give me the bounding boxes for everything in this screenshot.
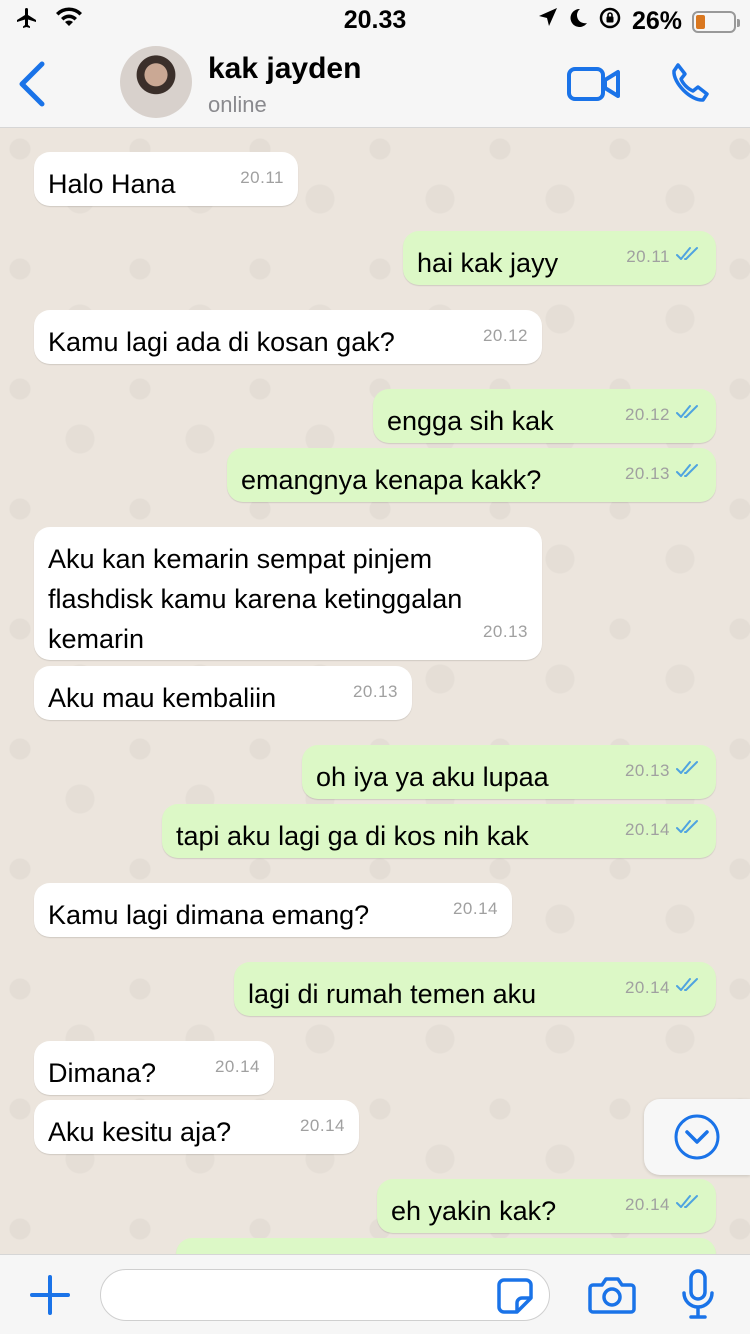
message-meta: 20.11 bbox=[240, 158, 284, 198]
outgoing-message[interactable]: oh iya ya aku lupaa 20.13 bbox=[302, 745, 716, 799]
message-meta: 20.12 bbox=[625, 395, 702, 435]
message-time: 20.12 bbox=[482, 326, 528, 345]
message-meta: 20.14 bbox=[625, 810, 702, 850]
video-icon bbox=[567, 67, 620, 101]
message-time: 20.14 bbox=[624, 1195, 670, 1214]
read-receipt-icon bbox=[676, 751, 702, 791]
sticker-icon bbox=[497, 1278, 533, 1314]
incoming-message[interactable]: Halo Hana 20.11 bbox=[34, 152, 298, 206]
message-meta: 20.13 bbox=[625, 751, 702, 791]
message-time: 20.14 bbox=[452, 899, 498, 918]
message-text: Dimana? bbox=[48, 1058, 157, 1088]
message-text: Kamu lagi ada di kosan gak? bbox=[48, 327, 395, 357]
message-time: 20.12 bbox=[624, 405, 670, 424]
message-time: 20.14 bbox=[624, 978, 670, 997]
composer-bar bbox=[0, 1254, 750, 1334]
read-receipt-icon bbox=[676, 454, 702, 494]
message-meta: 20.13 bbox=[353, 672, 398, 712]
outgoing-message[interactable]: hai kak jayy 20.11 bbox=[403, 231, 716, 285]
message-meta: 20.14 bbox=[625, 968, 702, 1008]
message-text: Aku kan kemarin sempat pinjem flashdisk … bbox=[48, 544, 463, 654]
message-time: 20.13 bbox=[352, 682, 398, 701]
read-receipt-icon bbox=[676, 395, 702, 435]
location-icon bbox=[538, 7, 558, 36]
message-time: 20.14 bbox=[214, 1057, 260, 1076]
read-receipt-icon bbox=[676, 237, 702, 277]
outgoing-message-partial[interactable] bbox=[176, 1238, 716, 1254]
battery-percent: 26% bbox=[631, 7, 682, 35]
plus-icon bbox=[30, 1275, 70, 1315]
outgoing-message[interactable]: tapi aku lagi ga di kos nih kak 20.14 bbox=[162, 804, 716, 858]
rotation-lock-icon bbox=[598, 6, 622, 37]
sticker-button[interactable] bbox=[496, 1277, 534, 1315]
message-time: 20.14 bbox=[624, 820, 670, 839]
message-text: Kamu lagi dimana emang? bbox=[48, 900, 370, 930]
incoming-message[interactable]: Kamu lagi ada di kosan gak? 20.12 bbox=[34, 310, 542, 364]
status-right: 26% bbox=[538, 6, 740, 37]
incoming-message[interactable]: Dimana? 20.14 bbox=[34, 1041, 274, 1095]
back-button[interactable] bbox=[14, 60, 50, 108]
message-time: 20.14 bbox=[299, 1116, 345, 1135]
camera-icon bbox=[588, 1277, 636, 1314]
message-text: emangnya kenapa kakk? bbox=[241, 465, 542, 495]
message-text: Aku kesitu aja? bbox=[48, 1117, 232, 1147]
contact-name[interactable]: kak jayden bbox=[208, 52, 361, 86]
message-meta: 20.14 bbox=[300, 1106, 345, 1146]
incoming-message[interactable]: Aku kesitu aja? 20.14 bbox=[34, 1100, 359, 1154]
message-meta: 20.14 bbox=[453, 889, 498, 929]
message-text: Halo Hana bbox=[48, 169, 176, 199]
incoming-message[interactable]: Aku mau kembaliin 20.13 bbox=[34, 666, 412, 720]
message-input[interactable] bbox=[100, 1269, 550, 1321]
message-meta: 20.13 bbox=[483, 612, 528, 652]
message-meta: 20.14 bbox=[625, 1185, 702, 1225]
read-receipt-icon bbox=[676, 1185, 702, 1225]
voice-message-button[interactable] bbox=[680, 1269, 716, 1321]
message-time: 20.13 bbox=[624, 761, 670, 780]
avatar[interactable] bbox=[120, 46, 192, 118]
status-bar: 20.33 26% bbox=[0, 0, 750, 40]
camera-button[interactable] bbox=[588, 1275, 636, 1315]
message-meta: 20.13 bbox=[625, 454, 702, 494]
attach-button[interactable] bbox=[28, 1273, 72, 1317]
chat-header: kak jayden online bbox=[0, 40, 750, 128]
voice-call-button[interactable] bbox=[668, 62, 712, 106]
incoming-message[interactable]: Kamu lagi dimana emang? 20.14 bbox=[34, 883, 512, 937]
message-time: 20.13 bbox=[482, 622, 528, 641]
message-meta: 20.12 bbox=[483, 316, 528, 356]
video-call-button[interactable] bbox=[566, 64, 622, 104]
message-list[interactable]: Halo Hana 20.11 hai kak jayy 20.11 Kamu lagi… bbox=[0, 129, 750, 1254]
message-time: 20.11 bbox=[626, 247, 670, 266]
moon-icon bbox=[568, 7, 588, 36]
message-time: 20.13 bbox=[624, 464, 670, 483]
message-time: 20.11 bbox=[240, 168, 284, 187]
chevron-down-circle-icon bbox=[674, 1114, 720, 1160]
message-text: hai kak jayy bbox=[417, 248, 559, 278]
incoming-message[interactable]: Aku kan kemarin sempat pinjem flashdisk … bbox=[34, 527, 542, 660]
read-receipt-icon bbox=[676, 810, 702, 850]
message-text: eh yakin kak? bbox=[391, 1196, 557, 1226]
message-text: tapi aku lagi ga di kos nih kak bbox=[176, 821, 529, 851]
battery-fill bbox=[696, 14, 706, 29]
microphone-icon bbox=[682, 1269, 714, 1319]
message-text: lagi di rumah temen aku bbox=[248, 979, 537, 1009]
message-meta: 20.11 bbox=[626, 237, 702, 277]
message-text: engga sih kak bbox=[387, 406, 554, 436]
message-text: Aku mau kembaliin bbox=[48, 683, 277, 713]
scroll-to-bottom-button[interactable] bbox=[644, 1099, 750, 1175]
outgoing-message[interactable]: engga sih kak 20.12 bbox=[373, 389, 716, 443]
message-text: oh iya ya aku lupaa bbox=[316, 762, 549, 792]
read-receipt-icon bbox=[676, 968, 702, 1008]
contact-status: online bbox=[208, 92, 267, 117]
outgoing-message[interactable]: lagi di rumah temen aku 20.14 bbox=[234, 962, 716, 1016]
chevron-left-icon bbox=[19, 61, 45, 107]
outgoing-message[interactable]: eh yakin kak? 20.14 bbox=[377, 1179, 716, 1233]
battery-icon bbox=[692, 10, 740, 33]
outgoing-message[interactable]: emangnya kenapa kakk? 20.13 bbox=[227, 448, 716, 502]
message-meta: 20.14 bbox=[215, 1047, 260, 1087]
phone-icon bbox=[672, 63, 709, 102]
